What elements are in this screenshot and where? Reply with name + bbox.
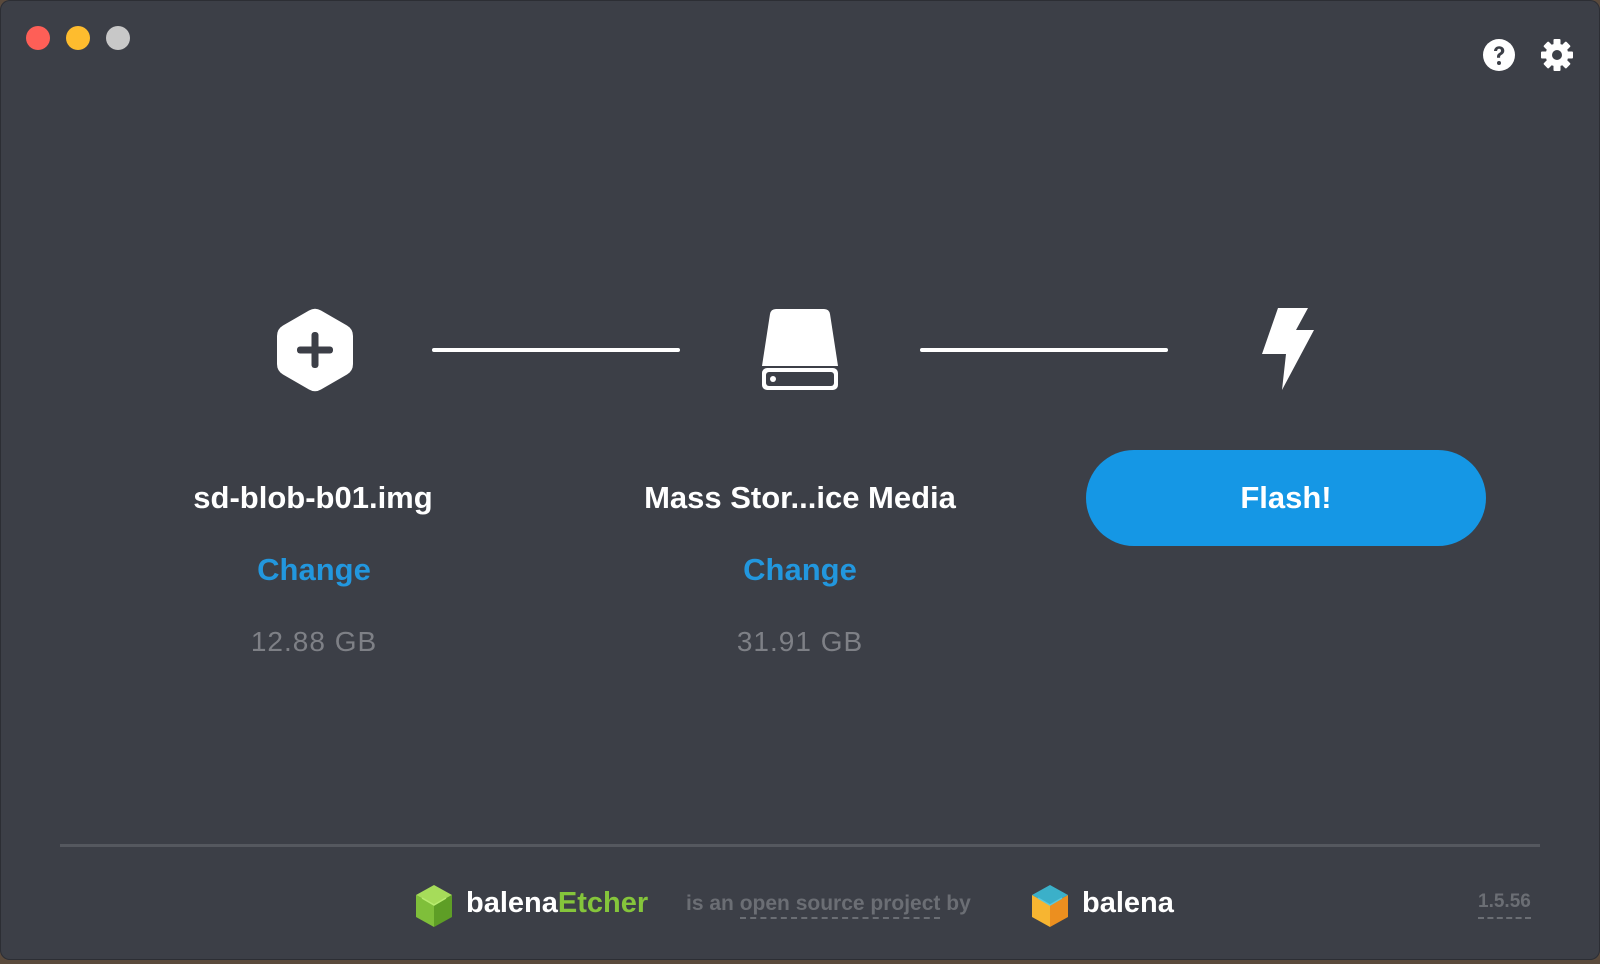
window-close-button[interactable]	[26, 26, 50, 50]
selected-drive-name: Mass Stor...ice Media	[644, 480, 956, 515]
image-size: 12.88 GB	[250, 626, 378, 657]
window-minimize-button[interactable]	[66, 26, 90, 50]
footer-tagline: is an open source project by	[686, 892, 971, 919]
gear-icon[interactable]	[1540, 38, 1574, 72]
change-image-link[interactable]: Change	[164, 552, 464, 588]
tagline-part1: is an	[686, 892, 740, 915]
change-drive-link[interactable]: Change	[650, 552, 950, 588]
balena-etcher-cube-icon[interactable]	[414, 884, 454, 928]
window-zoom-button[interactable]	[106, 26, 130, 50]
etcher-brand-prefix: balena	[466, 887, 558, 919]
help-icon[interactable]	[1482, 38, 1516, 72]
step-connector-1	[432, 348, 680, 352]
etcher-brand-suffix: Etcher	[557, 887, 649, 919]
open-source-link[interactable]: open source project	[739, 892, 941, 919]
tagline-part2: by	[940, 892, 971, 915]
etcher-brand-text[interactable]: balenaEtcher	[466, 887, 648, 920]
app-window: sd-blob-b01.img Mass Stor...ice Media Ch…	[0, 0, 1600, 960]
hexagon-plus-icon[interactable]	[276, 308, 354, 392]
selected-image-name: sd-blob-b01.img	[193, 480, 433, 515]
drive-size: 31.91 GB	[736, 626, 864, 657]
version-label[interactable]: 1.5.56	[1478, 891, 1531, 919]
step-connector-2	[920, 348, 1168, 352]
footer-divider	[60, 844, 1540, 847]
balena-brand-text[interactable]: balena	[1082, 887, 1174, 920]
balena-cube-icon[interactable]	[1030, 884, 1070, 928]
hard-drive-icon[interactable]	[760, 308, 840, 392]
flash-button[interactable]: Flash!	[1086, 450, 1486, 546]
lightning-bolt-icon	[1262, 308, 1314, 390]
